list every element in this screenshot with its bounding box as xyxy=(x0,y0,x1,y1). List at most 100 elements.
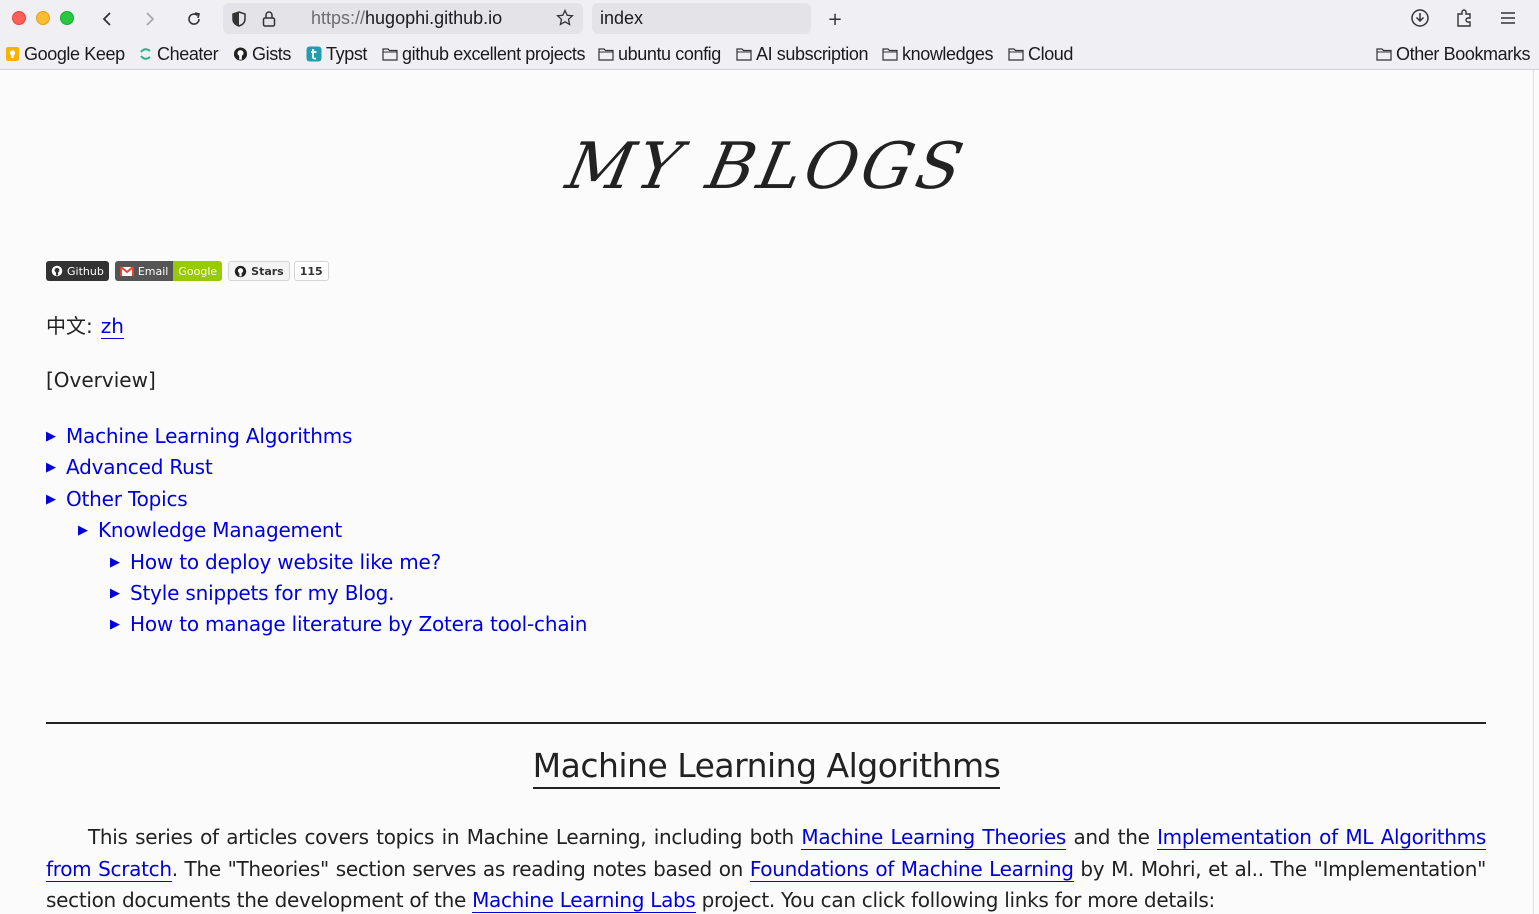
bookmark-label: ubuntu config xyxy=(618,43,721,64)
bookmark-label: Google Keep xyxy=(24,43,125,64)
folder-icon xyxy=(382,48,398,61)
stars-count: 115 xyxy=(299,264,323,278)
url-host: hugophi.github.io xyxy=(365,8,503,28)
para-text: and the xyxy=(1065,825,1158,849)
bookmark-label: Other Bookmarks xyxy=(1396,43,1531,64)
toc-label: Other Topics xyxy=(66,487,188,511)
toc-label: How to deploy website like me? xyxy=(130,550,441,574)
bookmark-label: Gists xyxy=(252,43,292,64)
bookmark-folder-ubuntu-config[interactable]: ubuntu config xyxy=(598,43,721,65)
folder-icon xyxy=(736,48,752,61)
toc-item-zotero-literature[interactable]: ▶ How to manage literature by Zotera tool… xyxy=(110,611,587,637)
bookmark-label: Cloud xyxy=(1028,43,1074,64)
extensions-icon[interactable] xyxy=(1454,8,1474,28)
toc-item-machine-learning-algorithms[interactable]: ▶ Machine Learning Algorithms xyxy=(46,423,352,449)
folder-icon xyxy=(1376,48,1392,61)
bookmarks-toolbar: Google Keep Cheater Gists Typst github e… xyxy=(0,38,1539,70)
expand-triangle-icon: ▶ xyxy=(110,616,120,632)
typst-icon xyxy=(306,46,322,62)
toc-item-knowledge-management[interactable]: ▶ Knowledge Management xyxy=(78,517,342,543)
window-minimize-button[interactable] xyxy=(36,11,50,25)
ml-labs-link[interactable]: Machine Learning Labs xyxy=(472,888,696,913)
expand-triangle-icon: ▶ xyxy=(78,522,88,538)
url-protocol: https:// xyxy=(311,8,366,28)
github-stars-badge[interactable]: Stars 115 xyxy=(228,261,329,281)
expand-triangle-icon: ▶ xyxy=(46,459,56,475)
window-edge xyxy=(1533,70,1539,914)
zh-label: 中文: xyxy=(46,314,93,338)
new-tab-button[interactable]: + xyxy=(822,6,848,32)
toc-label: How to manage literature by Zotera tool-… xyxy=(130,612,588,636)
window-close-button[interactable] xyxy=(12,11,26,25)
expand-triangle-icon: ▶ xyxy=(110,554,120,570)
zh-link[interactable]: zh xyxy=(100,314,124,339)
toc-item-other-topics[interactable]: ▶ Other Topics xyxy=(46,486,188,512)
para-text: This series of articles covers topics in… xyxy=(88,825,802,849)
bookmark-folder-knowledges[interactable]: knowledges xyxy=(882,43,993,65)
bookmark-label: github excellent projects xyxy=(402,43,586,64)
page-content: MY BLOGS Github Email Google Stars 115 中… xyxy=(0,70,1533,914)
keep-icon xyxy=(6,47,19,61)
para-text: . The "Theories" section serves as readi… xyxy=(171,856,750,881)
section-divider xyxy=(46,722,1486,724)
tracking-shield-icon xyxy=(232,11,246,27)
expand-triangle-icon: ▶ xyxy=(46,491,56,507)
reload-icon xyxy=(188,12,200,25)
toc-label: Style snippets for my Blog. xyxy=(130,581,395,605)
expand-triangle-icon: ▶ xyxy=(46,428,56,444)
chevron-left-icon xyxy=(102,12,111,26)
tab-title: index xyxy=(600,8,644,28)
back-button[interactable] xyxy=(94,6,120,32)
bookmark-label: AI subscription xyxy=(756,43,869,64)
bookmark-google-keep[interactable]: Google Keep xyxy=(5,43,125,65)
ml-theories-link[interactable]: Machine Learning Theories xyxy=(801,825,1066,850)
github-badge-label: Github xyxy=(67,264,104,278)
toc-item-deploy-website[interactable]: ▶ How to deploy website like me? xyxy=(110,549,441,575)
badge-row: Github Email Google Stars 115 xyxy=(46,261,329,281)
forward-button[interactable] xyxy=(137,6,163,32)
cheater-icon xyxy=(140,48,151,60)
address-bar[interactable]: https://hugophi.github.io xyxy=(223,3,583,34)
lock-icon xyxy=(262,11,276,27)
bookmark-other-bookmarks[interactable]: Other Bookmarks xyxy=(1376,43,1530,65)
chevron-right-icon xyxy=(146,12,155,26)
email-badge-value: Google xyxy=(178,264,218,278)
email-badge-label: Email xyxy=(137,264,169,278)
folder-icon xyxy=(882,48,898,61)
toc-item-style-snippets[interactable]: ▶ Style snippets for my Blog. xyxy=(110,580,394,606)
downloads-icon[interactable] xyxy=(1410,8,1430,28)
language-line: 中文: zh xyxy=(46,310,124,339)
bookmark-label: Cheater xyxy=(157,43,219,64)
folder-icon xyxy=(598,48,614,61)
foundations-ml-link[interactable]: Foundations of Machine Learning xyxy=(749,856,1074,882)
bookmark-star-icon[interactable] xyxy=(556,9,574,27)
blog-title: MY BLOGS xyxy=(560,130,973,204)
toc-label: Machine Learning Algorithms xyxy=(66,424,353,448)
bookmark-gists[interactable]: Gists xyxy=(233,43,291,65)
section-paragraph: This series of articles covers topics in… xyxy=(46,822,1486,914)
toc-label: Knowledge Management xyxy=(98,518,343,542)
bookmark-folder-github-excellent-projects[interactable]: github excellent projects xyxy=(382,43,586,65)
bookmark-typst[interactable]: Typst xyxy=(306,43,367,65)
gmail-icon xyxy=(119,265,134,276)
browser-toolbar: https://hugophi.github.io index + xyxy=(0,0,1539,38)
github-badge[interactable]: Github xyxy=(46,261,109,281)
para-text: project. You can click following links f… xyxy=(695,888,1216,912)
bookmark-folder-cloud[interactable]: Cloud xyxy=(1008,43,1073,65)
window-maximize-button[interactable] xyxy=(60,11,74,25)
stars-label: Stars xyxy=(251,264,284,278)
expand-triangle-icon: ▶ xyxy=(110,585,120,601)
bookmark-label: Typst xyxy=(326,43,368,64)
bookmark-label: knowledges xyxy=(902,43,994,64)
email-badge[interactable]: Email Google xyxy=(114,261,223,281)
overview-heading: [Overview] xyxy=(46,368,156,392)
toc-item-advanced-rust[interactable]: ▶ Advanced Rust xyxy=(46,454,213,480)
tab-index[interactable]: index xyxy=(592,3,811,34)
github-icon xyxy=(51,265,63,277)
bookmark-cheater[interactable]: Cheater xyxy=(138,43,219,65)
section-heading: Machine Learning Algorithms xyxy=(0,746,1533,789)
reload-button[interactable] xyxy=(181,6,207,32)
section-title-text: Machine Learning Algorithms xyxy=(532,746,1001,789)
menu-icon[interactable] xyxy=(1499,8,1517,28)
bookmark-folder-ai-subscription[interactable]: AI subscription xyxy=(736,43,868,65)
